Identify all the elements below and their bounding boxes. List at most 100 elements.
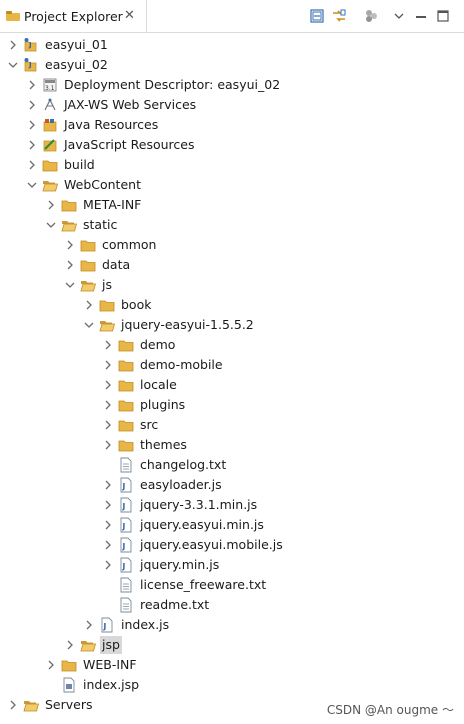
tree-item[interactable]: index.jsp: [0, 675, 464, 695]
tree-item[interactable]: 3.1 Deployment Descriptor: easyui_02: [0, 75, 464, 95]
chevron-down-icon[interactable]: [44, 218, 58, 232]
link-with-editor-icon[interactable]: [331, 8, 347, 24]
chevron-right-icon[interactable]: [6, 698, 20, 712]
close-icon[interactable]: ✕: [124, 8, 135, 23]
svg-text:J: J: [122, 522, 126, 531]
chevron-right-icon[interactable]: [101, 438, 115, 452]
text-file-icon: [120, 577, 132, 593]
tree-item[interactable]: Java Resources: [0, 115, 464, 135]
chevron-right-icon[interactable]: [25, 118, 39, 132]
tree-item[interactable]: WebContent: [0, 175, 464, 195]
tree-item[interactable]: Jindex.js: [0, 615, 464, 635]
tree-item[interactable]: META-INF: [0, 195, 464, 215]
tree-item-label: readme.txt: [140, 597, 210, 612]
chevron-right-icon[interactable]: [101, 378, 115, 392]
tree-item[interactable]: JavaScript Resources: [0, 135, 464, 155]
minimize-icon[interactable]: [413, 8, 429, 24]
tree-item-label: locale: [140, 377, 177, 392]
tree-item-label: JAX-WS Web Services: [64, 97, 197, 112]
tree-item[interactable]: common: [0, 235, 464, 255]
collapse-all-icon[interactable]: [309, 8, 325, 24]
tree-item-label: jquery-3.3.1.min.js: [140, 497, 258, 512]
tree-item[interactable]: WEB-INF: [0, 655, 464, 675]
chevron-down-icon[interactable]: [6, 58, 20, 72]
tree-item-label: jquery.min.js: [140, 557, 220, 572]
chevron-right-icon[interactable]: [101, 398, 115, 412]
chevron-down-icon[interactable]: [63, 278, 77, 292]
tree-item[interactable]: JAX-WS Web Services: [0, 95, 464, 115]
tree-item-label: index.jsp: [83, 677, 140, 692]
chevron-right-icon[interactable]: [63, 258, 77, 272]
tree-item[interactable]: jquery-easyui-1.5.5.2: [0, 315, 464, 335]
tree-item[interactable]: demo: [0, 335, 464, 355]
tree-item[interactable]: license_freeware.txt: [0, 575, 464, 595]
tree-item[interactable]: jsp: [0, 635, 464, 655]
chevron-right-icon[interactable]: [101, 518, 115, 532]
text-file-icon: [120, 597, 132, 613]
filters-icon[interactable]: [363, 8, 379, 24]
tree-item[interactable]: themes: [0, 435, 464, 455]
tree-item[interactable]: Jjquery.easyui.mobile.js: [0, 535, 464, 555]
tree-item-label: themes: [140, 437, 187, 452]
tree-item[interactable]: Jeasyui_01: [0, 35, 464, 55]
tree-item[interactable]: plugins: [0, 395, 464, 415]
chevron-right-icon[interactable]: [25, 98, 39, 112]
chevron-right-icon[interactable]: [44, 658, 58, 672]
svg-text:J: J: [28, 61, 32, 69]
tree-item-label: build: [64, 157, 95, 172]
view-menu-icon[interactable]: [391, 8, 407, 24]
chevron-right-icon[interactable]: [82, 298, 96, 312]
tree-item[interactable]: readme.txt: [0, 595, 464, 615]
tree-item[interactable]: data: [0, 255, 464, 275]
tree-item[interactable]: changelog.txt: [0, 455, 464, 475]
chevron-right-icon[interactable]: [101, 478, 115, 492]
project-explorer-tab[interactable]: Project Explorer ✕: [0, 0, 147, 32]
chevron-right-icon[interactable]: [44, 198, 58, 212]
chevron-right-icon[interactable]: [101, 418, 115, 432]
tree-item[interactable]: src: [0, 415, 464, 435]
folder-open-icon: [42, 181, 58, 192]
tree-item-label: jquery.easyui.mobile.js: [140, 537, 283, 552]
tree-item[interactable]: book: [0, 295, 464, 315]
chevron-right-icon[interactable]: [25, 158, 39, 172]
folder-icon: [42, 160, 58, 172]
tree-item[interactable]: Jeasyui_02: [0, 55, 464, 75]
tree-item-label: JavaScript Resources: [64, 137, 195, 152]
folder-icon: [61, 200, 77, 212]
tree-item[interactable]: Jjquery.min.js: [0, 555, 464, 575]
tree-item-label: book: [121, 297, 152, 312]
tree-item[interactable]: Jjquery.easyui.min.js: [0, 515, 464, 535]
chevron-right-icon[interactable]: [101, 538, 115, 552]
javascript-file-icon: J: [120, 497, 132, 513]
chevron-right-icon[interactable]: [101, 498, 115, 512]
tree-item[interactable]: Jjquery-3.3.1.min.js: [0, 495, 464, 515]
tree-item[interactable]: Jeasyloader.js: [0, 475, 464, 495]
chevron-right-icon[interactable]: [101, 558, 115, 572]
project-explorer-icon: [6, 11, 20, 21]
text-file-icon: [120, 457, 132, 473]
tree-item[interactable]: demo-mobile: [0, 355, 464, 375]
tree-item-label: src: [140, 417, 159, 432]
chevron-right-icon[interactable]: [101, 338, 115, 352]
tree-item-label: jquery.easyui.min.js: [140, 517, 264, 532]
chevron-down-icon[interactable]: [25, 178, 39, 192]
chevron-right-icon[interactable]: [25, 138, 39, 152]
chevron-right-icon[interactable]: [6, 38, 20, 52]
maximize-icon[interactable]: [435, 8, 451, 24]
folder-open-icon: [61, 221, 77, 232]
tree-item[interactable]: build: [0, 155, 464, 175]
project-icon: J: [24, 38, 37, 52]
chevron-right-icon[interactable]: [101, 358, 115, 372]
folder-icon: [118, 380, 134, 392]
tree-item[interactable]: js: [0, 275, 464, 295]
tree-item[interactable]: locale: [0, 375, 464, 395]
chevron-right-icon[interactable]: [63, 238, 77, 252]
chevron-right-icon[interactable]: [82, 618, 96, 632]
tree-item-label: common: [102, 237, 157, 252]
tree-item[interactable]: static: [0, 215, 464, 235]
project-icon: J: [24, 58, 37, 72]
chevron-down-icon[interactable]: [82, 318, 96, 332]
chevron-right-icon[interactable]: [63, 638, 77, 652]
javascript-file-icon: J: [120, 517, 132, 533]
chevron-right-icon[interactable]: [25, 78, 39, 92]
